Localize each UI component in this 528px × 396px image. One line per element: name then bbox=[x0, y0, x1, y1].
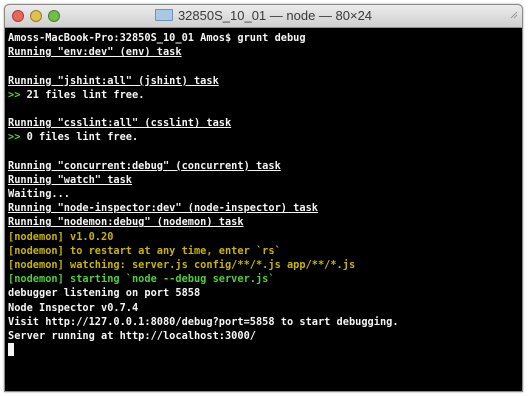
terminal-line-text: Amoss-MacBook-Pro:32850S_10_01 Amos$ gru… bbox=[8, 32, 306, 44]
terminal-line: Node Inspector v0.7.4 bbox=[8, 301, 522, 315]
terminal-line-text: Running "node-inspector:dev" (node-inspe… bbox=[8, 202, 318, 215]
terminal-line-text: Running "watch" task bbox=[8, 173, 132, 186]
folder-icon bbox=[154, 9, 173, 21]
cursor bbox=[8, 343, 14, 357]
terminal-line: [nodemon] v1.0.20 bbox=[8, 230, 522, 244]
terminal-line: Running "concurrent:debug" (concurrent) … bbox=[8, 159, 522, 173]
terminal-line: Running "node-inspector:dev" (node-inspe… bbox=[8, 201, 522, 215]
terminal-line: [nodemon] starting `node --debug server.… bbox=[8, 272, 522, 286]
terminal-line: Running "csslint:all" (csslint) task bbox=[8, 116, 522, 130]
terminal-line-text: [nodemon] to restart at any time, enter … bbox=[8, 244, 281, 257]
terminal-line: [nodemon] to restart at any time, enter … bbox=[8, 244, 522, 258]
terminal-line-text: Running "csslint:all" (csslint) task bbox=[8, 117, 232, 130]
terminal-line-text: 0 files lint free. bbox=[20, 131, 139, 144]
terminal-line: Running "env:dev" (env) task bbox=[8, 45, 522, 59]
terminal-line-text: [nodemon] watching: server.js config/**/… bbox=[8, 259, 356, 271]
terminal-line-text: [nodemon] v1.0.20 bbox=[8, 230, 114, 243]
terminal-line: Waiting... bbox=[8, 187, 522, 201]
window-title-text: 32850S_10_01 — node — 80×24 bbox=[177, 8, 373, 23]
terminal-line-text: Visit http://127.0.0.1:8080/debug?port=5… bbox=[8, 315, 399, 328]
lint-prefix: >> bbox=[8, 131, 21, 144]
terminal-line: Running "watch" task bbox=[8, 173, 522, 187]
window-title: 32850S_10_01 — node — 80×24 bbox=[5, 8, 522, 23]
terminal-line-text: Node Inspector v0.7.4 bbox=[8, 301, 139, 314]
terminal-line-text: debugger listening on port 5858 bbox=[8, 287, 201, 300]
terminal-line: >> 21 files lint free. bbox=[8, 88, 522, 102]
terminal-line: debugger listening on port 5858 bbox=[8, 286, 522, 300]
terminal-line: Amoss-MacBook-Pro:32850S_10_01 Amos$ gru… bbox=[8, 31, 522, 45]
resize-icon[interactable] bbox=[510, 11, 518, 19]
terminal-line: [nodemon] watching: server.js config/**/… bbox=[8, 258, 522, 272]
terminal-line: Visit http://127.0.0.1:8080/debug?port=5… bbox=[8, 315, 522, 329]
terminal-line-text: Running "env:dev" (env) task bbox=[8, 46, 182, 59]
terminal-line: Running "nodemon:debug" (nodemon) task bbox=[8, 215, 522, 229]
terminal-line-text: 21 files lint free. bbox=[20, 88, 145, 101]
lint-prefix: >> bbox=[8, 88, 21, 101]
terminal-line-text: Running "nodemon:debug" (nodemon) task bbox=[8, 216, 244, 229]
terminal-output[interactable]: Amoss-MacBook-Pro:32850S_10_01 Amos$ gru… bbox=[5, 28, 522, 391]
terminal-line: Running "jshint:all" (jshint) task bbox=[8, 74, 522, 88]
terminal-window: 32850S_10_01 — node — 80×24 Amoss-MacBoo… bbox=[4, 4, 523, 392]
terminal-line: >> 0 files lint free. bbox=[8, 130, 522, 144]
terminal-line-text: Waiting... bbox=[8, 188, 70, 201]
prompt-line bbox=[8, 343, 522, 357]
terminal-line-text: Running "jshint:all" (jshint) task bbox=[8, 74, 219, 87]
terminal-line-text: [nodemon] starting `node --debug server.… bbox=[8, 273, 275, 286]
title-bar[interactable]: 32850S_10_01 — node — 80×24 bbox=[5, 5, 522, 28]
terminal-line: Server running at http://localhost:3000/ bbox=[8, 329, 522, 343]
terminal-line-text: Running "concurrent:debug" (concurrent) … bbox=[8, 159, 281, 172]
terminal-line-text: Server running at http://localhost:3000/ bbox=[8, 329, 256, 342]
